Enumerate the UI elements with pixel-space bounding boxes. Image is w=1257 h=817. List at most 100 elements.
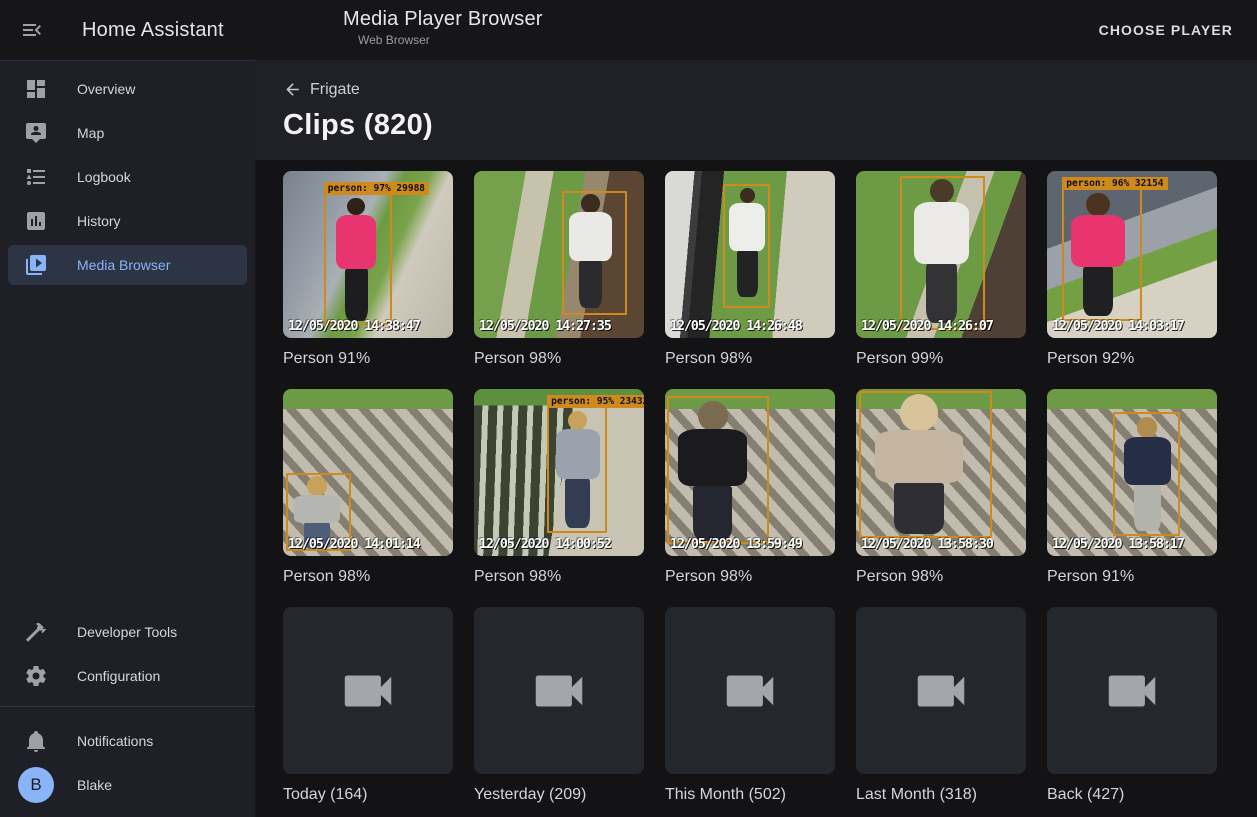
user-name: Blake: [77, 777, 112, 793]
dialog-subtitle: Web Browser: [358, 33, 543, 47]
clip-card[interactable]: 12/05/2020 13:59:49 Person 98%: [665, 389, 835, 586]
clip-thumbnail: person: 95% 23432 12/05/2020 14:00:52: [474, 389, 644, 556]
folder-caption: Last Month (318): [856, 786, 1026, 804]
video-camera-icon: [719, 660, 781, 722]
clip-card[interactable]: 12/05/2020 14:01:14 Person 98%: [283, 389, 453, 586]
sidebar-item-media-browser[interactable]: Media Browser: [8, 245, 247, 285]
choose-player-button[interactable]: CHOOSE PLAYER: [1091, 0, 1241, 60]
detection-bounding-box: [723, 184, 771, 308]
main-panel: Frigate Clips (820) person: 97% 29988 12…: [255, 60, 1257, 817]
detection-label: person: 96% 32154: [1062, 177, 1167, 190]
sidebar-item-user[interactable]: B Blake: [8, 765, 247, 805]
detection-bounding-box: [562, 191, 627, 315]
clip-card[interactable]: 12/05/2020 14:27:35 Person 98%: [474, 171, 644, 368]
clip-timestamp: 12/05/2020 14:26:07: [861, 318, 993, 334]
logbook-icon: [24, 165, 48, 189]
history-chart-icon: [24, 209, 48, 233]
clip-thumbnail: 12/05/2020 13:58:30: [856, 389, 1026, 556]
media-header: Frigate Clips (820): [255, 60, 1257, 160]
detection-label: person: 97% 29988: [324, 182, 429, 195]
sidebar-item-label: History: [77, 213, 121, 229]
menu-open-icon: [20, 18, 44, 42]
video-camera-icon: [528, 660, 590, 722]
clip-thumbnail: 12/05/2020 14:01:14: [283, 389, 453, 556]
sidebar-item-history[interactable]: History: [8, 201, 247, 241]
folder-card[interactable]: Yesterday (209): [474, 607, 644, 804]
clip-caption: Person 99%: [856, 350, 1026, 368]
detection-label: person: 95% 23432: [547, 395, 644, 408]
clip-card[interactable]: person: 95% 23432 12/05/2020 14:00:52 Pe…: [474, 389, 644, 586]
clip-card[interactable]: 12/05/2020 13:58:17 Person 91%: [1047, 389, 1217, 586]
clip-caption: Person 98%: [474, 568, 644, 586]
clip-card[interactable]: 12/05/2020 13:58:30 Person 98%: [856, 389, 1026, 586]
clip-caption: Person 91%: [1047, 568, 1217, 586]
media-content: person: 97% 29988 12/05/2020 14:38:47 Pe…: [255, 160, 1257, 817]
folder-card[interactable]: This Month (502): [665, 607, 835, 804]
arrow-left-icon: [283, 80, 302, 99]
video-camera-icon: [910, 660, 972, 722]
clip-timestamp: 12/05/2020 14:01:14: [288, 536, 420, 552]
detection-bounding-box: [1113, 412, 1179, 536]
top-app-bar: Home Assistant Media Player Browser Web …: [0, 0, 1257, 60]
sidebar-main-nav: Overview Map Logbook History Media Browser: [0, 61, 255, 289]
folder-card[interactable]: Today (164): [283, 607, 453, 804]
detection-bounding-box: person: 96% 32154: [1062, 188, 1142, 322]
sidebar-toggle-button[interactable]: [8, 6, 56, 54]
clip-card[interactable]: 12/05/2020 14:26:07 Person 99%: [856, 171, 1026, 368]
detection-bounding-box: [900, 176, 985, 330]
folder-thumbnail: [283, 607, 453, 774]
sidebar-item-label: Configuration: [77, 668, 160, 684]
video-camera-icon: [337, 660, 399, 722]
sidebar-item-logbook[interactable]: Logbook: [8, 157, 247, 197]
clip-card[interactable]: person: 96% 32154 12/05/2020 14:03:17 Pe…: [1047, 171, 1217, 368]
sidebar-item-label: Notifications: [77, 733, 153, 749]
clip-caption: Person 98%: [856, 568, 1026, 586]
folder-card[interactable]: Last Month (318): [856, 607, 1026, 804]
clip-caption: Person 91%: [283, 350, 453, 368]
clip-thumbnail: person: 96% 32154 12/05/2020 14:03:17: [1047, 171, 1217, 338]
clip-thumbnail: 12/05/2020 13:59:49: [665, 389, 835, 556]
detection-bounding-box: [859, 391, 992, 538]
sidebar-item-developer-tools[interactable]: Developer Tools: [8, 612, 247, 652]
gear-icon: [24, 664, 48, 688]
clip-caption: Person 98%: [283, 568, 453, 586]
clip-thumbnail: 12/05/2020 14:26:07: [856, 171, 1026, 338]
clip-card[interactable]: person: 97% 29988 12/05/2020 14:38:47 Pe…: [283, 171, 453, 368]
sidebar-item-configuration[interactable]: Configuration: [8, 656, 247, 696]
detection-bounding-box: [667, 396, 769, 545]
sidebar-item-label: Overview: [77, 81, 135, 97]
folder-caption: Yesterday (209): [474, 786, 644, 804]
media-grid: person: 97% 29988 12/05/2020 14:38:47 Pe…: [255, 160, 1257, 804]
detection-bounding-box: person: 95% 23432: [547, 406, 607, 533]
folder-thumbnail: [856, 607, 1026, 774]
clip-caption: Person 98%: [665, 350, 835, 368]
sidebar-item-label: Developer Tools: [77, 624, 177, 640]
media-browser-icon: [24, 253, 48, 277]
clip-timestamp: 12/05/2020 14:26:48: [670, 318, 802, 334]
sidebar-item-notifications[interactable]: Notifications: [8, 721, 247, 761]
sidebar-item-overview[interactable]: Overview: [8, 69, 247, 109]
clip-thumbnail: 12/05/2020 13:58:17: [1047, 389, 1217, 556]
clip-card[interactable]: 12/05/2020 14:26:48 Person 98%: [665, 171, 835, 368]
clip-caption: Person 98%: [474, 350, 644, 368]
dialog-heading: Media Player Browser Web Browser: [343, 8, 543, 47]
folder-caption: This Month (502): [665, 786, 835, 804]
breadcrumb-label: Frigate: [310, 81, 360, 99]
folder-card[interactable]: Back (427): [1047, 607, 1217, 804]
page-title: Clips (820): [283, 109, 1257, 142]
hammer-icon: [24, 620, 48, 644]
video-camera-icon: [1101, 660, 1163, 722]
clip-caption: Person 98%: [665, 568, 835, 586]
avatar: B: [18, 767, 54, 803]
breadcrumb[interactable]: Frigate: [283, 80, 360, 99]
sidebar-spacer: [0, 289, 255, 604]
sidebar-item-label: Media Browser: [77, 257, 170, 273]
clip-thumbnail: 12/05/2020 14:26:48: [665, 171, 835, 338]
sidebar-tools-nav: Developer Tools Configuration: [0, 604, 255, 700]
clip-timestamp: 12/05/2020 14:38:47: [288, 318, 420, 334]
sidebar-divider: [0, 706, 255, 707]
clip-timestamp: 12/05/2020 14:03:17: [1052, 318, 1184, 334]
folder-caption: Today (164): [283, 786, 453, 804]
sidebar-item-map[interactable]: Map: [8, 113, 247, 153]
sidebar-item-label: Map: [77, 125, 104, 141]
